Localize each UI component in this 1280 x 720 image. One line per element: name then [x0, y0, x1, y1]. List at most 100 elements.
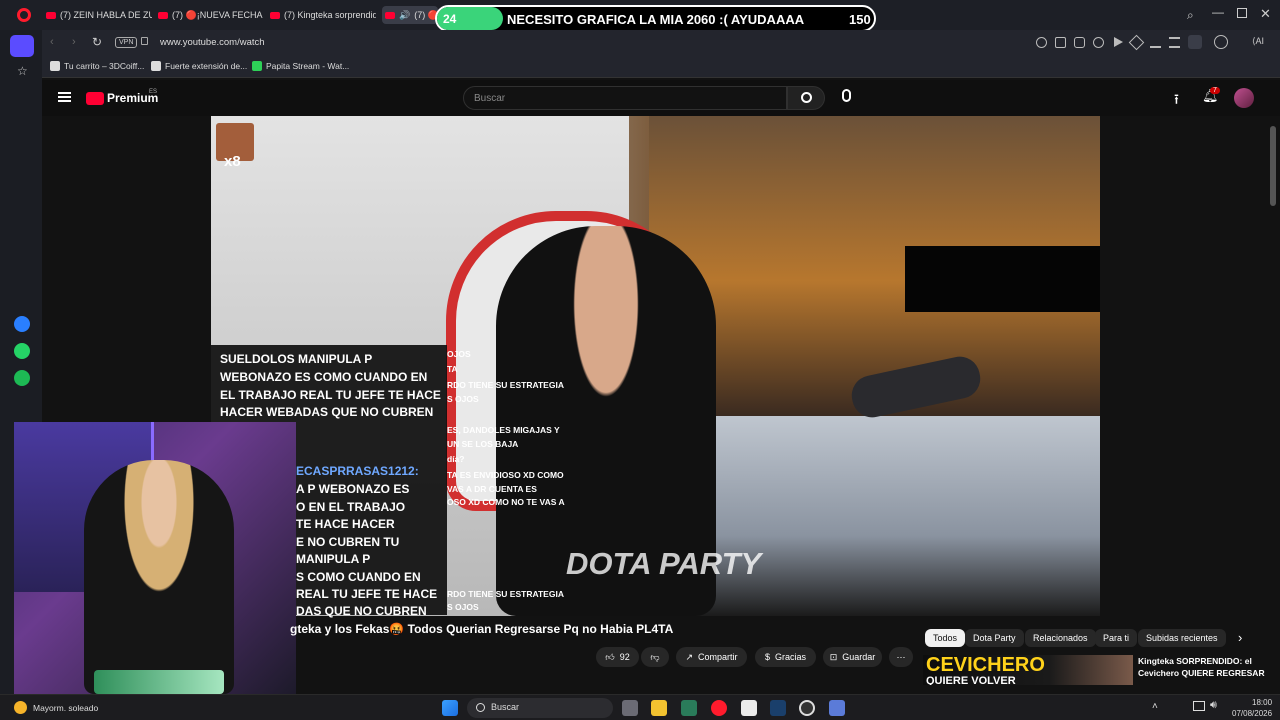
more-actions-button[interactable]: ⋯: [889, 647, 913, 667]
opera-taskbar-icon[interactable]: [711, 700, 727, 716]
edit-icon[interactable]: [1055, 37, 1066, 48]
menu-icon[interactable]: [1169, 37, 1180, 48]
reload-icon[interactable]: ↻: [92, 35, 102, 49]
clock-date[interactable]: 07/08/2026: [1232, 709, 1272, 718]
chat-line: WEBONAZO ES COMO CUANDO EN: [220, 370, 428, 384]
chip-todos[interactable]: Todos: [925, 629, 966, 647]
streamer-webcam: [14, 422, 296, 694]
tab-nueva-fecha[interactable]: (7) 🔴¡NUEVA FECHA par: [158, 6, 264, 24]
download-icon[interactable]: [1150, 37, 1161, 48]
chip-para-ti[interactable]: Para ti: [1095, 629, 1138, 647]
speaker-icon[interactable]: 🔊: [399, 10, 410, 21]
weather-icon: [14, 701, 27, 714]
opera-logo-icon[interactable]: [17, 8, 31, 22]
tab-zein[interactable]: (7) ZEIN HABLA DE ZULLY: [46, 6, 152, 24]
clock-time[interactable]: 18:00: [1252, 698, 1272, 707]
tab-kingteka[interactable]: (7) Kingteka sorprendido: [270, 6, 376, 24]
youtube-logo[interactable]: Premium: [86, 91, 158, 105]
recommendation-thumbnail[interactable]: CEVICHERO QUIERE VOLVER: [923, 655, 1133, 685]
back-icon[interactable]: ‹: [50, 36, 54, 48]
messenger-icon[interactable]: [14, 316, 30, 332]
bookmark-favicon-icon: [151, 61, 161, 71]
taskbar-search[interactable]: Buscar: [467, 698, 613, 718]
task-view-icon[interactable]: [622, 700, 638, 716]
address-bar: ‹ › ↻ VPN www.youtube.com/watch ⟨AI: [0, 30, 1280, 56]
side-chat-line: ES, DANDOLES MIGAJAS Y: [447, 425, 560, 435]
side-chat-line: S OJOS: [447, 394, 479, 404]
bookmark-carrito[interactable]: Tu carrito – 3DCoiff...: [50, 61, 144, 71]
file-explorer-icon[interactable]: [651, 700, 667, 716]
settings-icon[interactable]: [829, 700, 845, 716]
thanks-button[interactable]: $ Gracias: [755, 647, 816, 667]
volume-icon[interactable]: 🔊︎: [1210, 699, 1217, 712]
webcam-person: [84, 460, 234, 694]
chat-line: TE HACE HACER: [296, 517, 395, 531]
emote-multiplier: x8: [224, 153, 241, 170]
notes-icon[interactable]: [741, 700, 757, 716]
chevron-up-icon[interactable]: ˄: [1152, 701, 1158, 712]
play-icon[interactable]: [1114, 37, 1123, 47]
mic-icon[interactable]: [842, 89, 851, 102]
forward-icon[interactable]: ›: [72, 36, 76, 48]
video-title: gteka y los Fekas🤬 Todos Querian Regresa…: [290, 622, 674, 636]
webcam-keyboard: [94, 670, 224, 694]
weather-label[interactable]: Mayorm. soleado: [33, 703, 98, 713]
maximize-icon[interactable]: [1237, 8, 1247, 18]
thumbs-down-icon: 👎︎: [650, 651, 660, 662]
like-button[interactable]: 👍︎ 92: [596, 647, 639, 667]
chip-relacionados[interactable]: Relacionados: [1025, 629, 1096, 647]
steam-icon[interactable]: [770, 700, 786, 716]
home-icon[interactable]: [10, 35, 34, 57]
tab-active[interactable]: 🔊(7) 🔴R: [382, 6, 438, 24]
chat-line: MANIPULA P: [296, 552, 371, 566]
network-icon[interactable]: [1193, 701, 1205, 711]
dislike-button[interactable]: 👎︎: [641, 647, 669, 667]
bookmark-papita[interactable]: Papita Stream - Wat...: [252, 61, 349, 71]
save-button[interactable]: ⊡ Guardar: [823, 647, 882, 667]
star-icon[interactable]: ☆: [17, 64, 28, 78]
chat-line: HACER WEBADAS QUE NO CUBREN: [220, 405, 434, 419]
aria-ai-button[interactable]: ⟨AI: [1252, 36, 1264, 47]
chat-line: A P WEBONAZO ES: [296, 482, 410, 496]
share-button[interactable]: ↗ Compartir: [676, 647, 747, 667]
thumbnail-text: CEVICHERO: [926, 655, 1045, 676]
url-field[interactable]: www.youtube.com/watch: [160, 37, 265, 48]
windows-taskbar: Mayorm. soleado Buscar ˄ 🔊︎ 18:00 07/08/…: [0, 694, 1280, 720]
minimize-icon[interactable]: —: [1212, 5, 1224, 19]
search-button[interactable]: [787, 86, 825, 110]
bookmark-favicon-icon: [50, 61, 60, 71]
obs-icon[interactable]: [799, 700, 815, 716]
recommendation-title[interactable]: Kingteka SORPRENDIDO: el: [1138, 656, 1252, 666]
search-input[interactable]: Buscar: [463, 86, 787, 110]
windows-start-icon[interactable]: [442, 700, 458, 716]
upload-icon[interactable]: ⭱: [1174, 89, 1179, 113]
youtube-icon: [46, 11, 56, 19]
search-icon: [801, 92, 812, 103]
profile-icon[interactable]: [1188, 35, 1202, 49]
camera-icon[interactable]: [1074, 37, 1085, 48]
vpn-badge[interactable]: VPN: [115, 37, 138, 48]
chevron-right-icon[interactable]: ›: [1238, 630, 1242, 645]
bookmark-icon: ⊡: [829, 651, 838, 662]
zoom-icon[interactable]: [1036, 37, 1047, 48]
search-tabs-icon[interactable]: ⌕: [1187, 8, 1194, 23]
page-scrollbar[interactable]: [1270, 126, 1276, 206]
spotify-icon[interactable]: [14, 370, 30, 386]
whatsapp-icon[interactable]: [14, 343, 30, 359]
side-chat-line: S OJOS: [447, 602, 479, 612]
send-icon[interactable]: [1128, 34, 1145, 51]
recommendation-title-line2[interactable]: Cevichero QUIERE REGRESAR: [1138, 668, 1265, 678]
chat-line: E NO CUBREN TU: [296, 535, 400, 549]
bookmark-extension[interactable]: Fuerte extensión de...: [151, 61, 247, 71]
toolbar-icons: [1036, 34, 1228, 51]
app-icon[interactable]: [681, 700, 697, 716]
youtube-icon: [270, 11, 280, 19]
avatar[interactable]: [1234, 88, 1254, 108]
shield-icon[interactable]: [1093, 37, 1104, 48]
chip-dota-party[interactable]: Dota Party: [965, 629, 1024, 647]
thumbnail-subtext: QUIERE VOLVER: [926, 675, 1016, 685]
search-icon: [476, 703, 485, 712]
close-icon[interactable]: ✕: [1260, 6, 1271, 22]
chip-subidas-recientes[interactable]: Subidas recientes: [1138, 629, 1226, 647]
extension-icon[interactable]: [1214, 35, 1228, 49]
